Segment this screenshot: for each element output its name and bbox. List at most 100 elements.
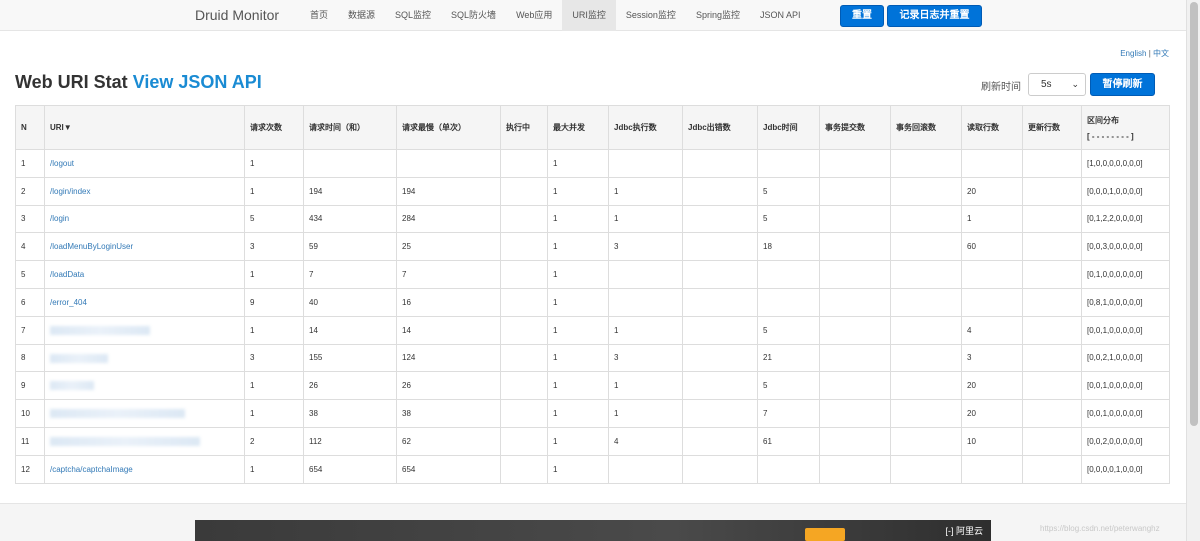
uri-link[interactable]: /loadData [50,270,84,279]
cell-rows-read: 20 [961,399,1023,428]
cell-n: 12 [15,454,45,484]
column-header: 事务回滚数 [890,105,962,150]
reset-button[interactable]: 重置 [840,5,884,27]
cell-rows-update [1022,287,1082,317]
cell-rows-update [1022,399,1082,428]
column-header: 读取行数 [961,105,1023,150]
cell-dist: [0,0,1,0,0,0,0,0] [1081,371,1170,401]
cell-running [500,287,548,317]
cell-jdbc-time [757,454,820,484]
cell-running [500,176,548,206]
cell-uri [44,426,245,456]
cell-rows-read: 3 [961,343,1023,373]
cell-rows-update [1022,454,1082,484]
vertical-scrollbar[interactable] [1186,0,1200,541]
cell-jdbc-err [682,371,758,401]
nav-item[interactable]: SQL防火墙 [441,0,506,31]
cell-running [500,399,548,428]
cell-uri: /captcha/captchaImage [44,454,245,484]
cell-tx-commit [819,454,891,484]
cell-uri [44,399,245,428]
brand-logo[interactable]: Druid Monitor [195,7,279,23]
redacted-uri[interactable] [50,325,150,335]
uri-link[interactable]: /login [50,214,69,223]
cell-slowest: 7 [396,260,501,289]
cell-time: 26 [303,371,397,401]
cell-running [500,204,548,234]
log-and-reset-button[interactable]: 记录日志并重置 [887,5,982,27]
cell-count: 2 [244,426,304,456]
lang-chinese-link[interactable]: 中文 [1153,49,1169,58]
lang-english-link[interactable]: English [1120,49,1146,58]
refresh-interval-select[interactable]: 5s ⌄ [1028,73,1086,96]
cell-jdbc-time [757,260,820,289]
nav-item[interactable]: 数据源 [338,0,385,31]
redacted-uri[interactable] [50,353,108,363]
cell-tx-rollback [890,176,962,206]
cell-jdbc-exec: 4 [608,426,683,456]
nav-item[interactable]: URI监控 [562,0,616,31]
refresh-interval-label: 刷新时间 [981,82,1021,93]
cell-n: 3 [15,204,45,234]
cell-time: 14 [303,315,397,345]
cell-count: 5 [244,204,304,234]
table-row: 5/loadData 1 7 7 1 [0,1,0,0,0,0,0,0] [15,260,1170,289]
uri-link[interactable]: /logout [50,159,74,168]
cell-n: 10 [15,399,45,428]
language-switch: English | 中文 [1120,48,1169,59]
cell-jdbc-time [757,149,820,178]
distribution-header-title: 区间分布 [1087,115,1119,125]
view-json-api-link[interactable]: View JSON API [133,72,262,92]
pause-refresh-button[interactable]: 暂停刷新 [1090,73,1155,96]
uri-link[interactable]: /login/index [50,187,90,196]
column-header: Jdbc执行数 [608,105,683,150]
scrollbar-thumb[interactable] [1190,2,1198,426]
redacted-uri[interactable] [50,437,200,447]
nav-item[interactable]: JSON API [750,0,811,31]
uri-link[interactable]: /captcha/captchaImage [50,465,133,474]
top-navbar: Druid Monitor 首页 数据源 SQL监控 SQL防火墙 Web应用 URI监控… [0,0,1186,31]
redacted-uri[interactable] [50,381,94,391]
nav-item[interactable]: Session监控 [616,0,686,31]
cell-rows-update [1022,232,1082,262]
table-row: 6/error_404 9 40 16 1 [0,8,1,0,0,0,0,0] [15,287,1170,317]
table-row: 8 3 155 124 1 3 21 3 [0,0,2,1,0,0,0,0] [15,343,1170,373]
column-header: 请求时间（和） [303,105,397,150]
cell-jdbc-exec [608,454,683,484]
cell-n: 5 [15,260,45,289]
chevron-down-icon: ⌄ [1071,79,1079,89]
cell-rows-read: 20 [961,176,1023,206]
cell-uri: /error_404 [44,287,245,317]
cell-tx-rollback [890,232,962,262]
cell-running [500,343,548,373]
nav-item[interactable]: Spring监控 [686,0,750,31]
cell-slowest: 124 [396,343,501,373]
uri-link[interactable]: /error_404 [50,298,87,307]
cell-dist: [0,8,1,0,0,0,0,0] [1081,287,1170,317]
nav-item[interactable]: SQL监控 [385,0,441,31]
cell-jdbc-exec: 3 [608,232,683,262]
cell-tx-commit [819,343,891,373]
cell-n: 8 [15,343,45,373]
cell-jdbc-err [682,315,758,345]
cell-running [500,426,548,456]
uri-link[interactable]: /loadMenuByLoginUser [50,242,133,251]
cell-rows-read: 10 [961,426,1023,456]
cell-time: 155 [303,343,397,373]
column-header: N [15,105,45,150]
column-header[interactable]: URI▼ [44,105,245,150]
nav-item[interactable]: 首页 [300,0,338,31]
cell-time: 38 [303,399,397,428]
cell-tx-rollback [890,426,962,456]
cell-time: 194 [303,176,397,206]
cell-time [303,149,397,178]
cell-jdbc-time: 21 [757,343,820,373]
ad-banner[interactable]: [-] 阿里云 [195,520,991,541]
cell-uri [44,371,245,401]
redacted-uri[interactable] [50,409,185,419]
nav-item[interactable]: Web应用 [506,0,562,31]
column-header: 事务提交数 [819,105,891,150]
cell-tx-commit [819,232,891,262]
cell-count: 1 [244,149,304,178]
cell-count: 3 [244,343,304,373]
